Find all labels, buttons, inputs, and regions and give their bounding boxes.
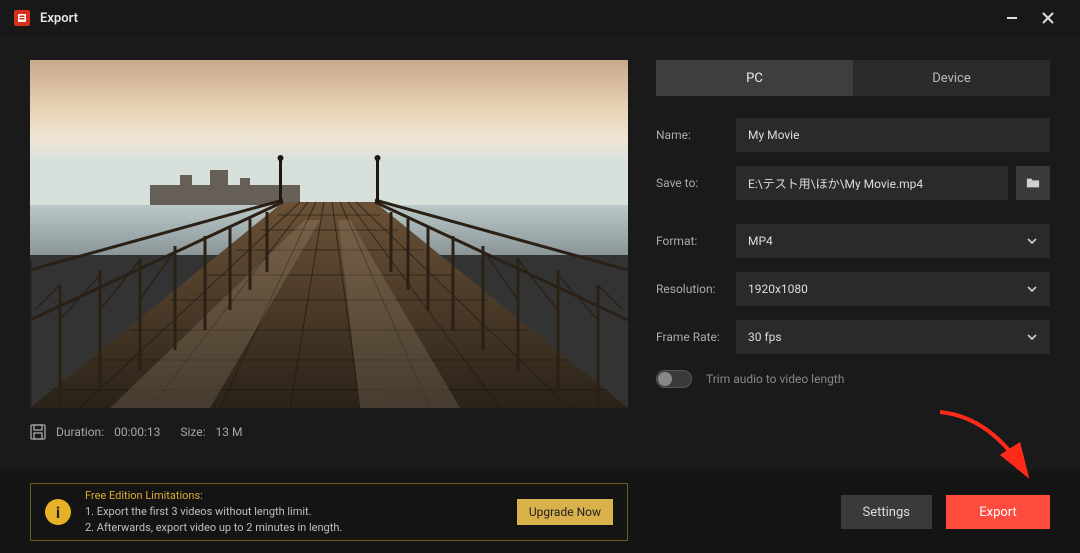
name-input-wrapper [736,118,1050,152]
saveto-input-wrapper [736,166,1008,200]
format-select[interactable]: MP4 [736,224,1050,258]
resolution-select[interactable]: 1920x1080 [736,272,1050,306]
settings-button[interactable]: Settings [841,495,932,529]
title-bar: Export [0,0,1080,36]
export-meta: Duration: 00:00:13 Size: 13 M [30,424,628,440]
framerate-select[interactable]: 30 fps [736,320,1050,354]
duration-value: 00:00:13 [114,425,160,439]
browse-folder-button[interactable] [1016,166,1050,200]
trim-audio-label: Trim audio to video length [706,372,844,386]
video-preview [30,60,628,408]
free-edition-limitations: i Free Edition Limitations: 1. Export th… [30,483,628,541]
close-button[interactable] [1030,0,1066,36]
format-label: Format: [656,234,728,248]
tab-device[interactable]: Device [853,60,1050,96]
chevron-down-icon [1026,235,1038,247]
framerate-value: 30 fps [748,330,782,344]
limitations-line-1: 1. Export the first 3 videos without len… [85,504,342,520]
disk-icon [30,424,46,440]
export-button[interactable]: Export [946,495,1050,529]
tab-pc[interactable]: PC [656,60,853,96]
limitations-heading: Free Edition Limitations: [85,488,342,504]
size-label: Size: [180,425,205,439]
resolution-value: 1920x1080 [748,282,808,296]
limitations-line-2: 2. Afterwards, export video up to 2 minu… [85,520,342,536]
saveto-input[interactable] [748,176,996,190]
window-title: Export [40,11,78,26]
footer-bar: i Free Edition Limitations: 1. Export th… [0,471,1080,553]
trim-audio-toggle[interactable] [656,370,692,388]
close-icon [1042,12,1054,24]
folder-icon [1026,176,1040,190]
size-value: 13 M [216,425,243,439]
app-logo-icon [14,10,30,26]
minimize-button[interactable] [994,0,1030,36]
framerate-label: Frame Rate: [656,330,728,344]
chevron-down-icon [1026,331,1038,343]
export-tabs: PC Device [656,60,1050,96]
name-label: Name: [656,128,728,142]
duration-label: Duration: [56,425,104,439]
format-value: MP4 [748,234,773,248]
minimize-icon [1006,12,1018,24]
name-input[interactable] [748,128,1038,142]
saveto-label: Save to: [656,176,728,190]
resolution-label: Resolution: [656,282,728,296]
info-icon: i [45,499,71,525]
upgrade-now-button[interactable]: Upgrade Now [517,499,613,525]
chevron-down-icon [1026,283,1038,295]
